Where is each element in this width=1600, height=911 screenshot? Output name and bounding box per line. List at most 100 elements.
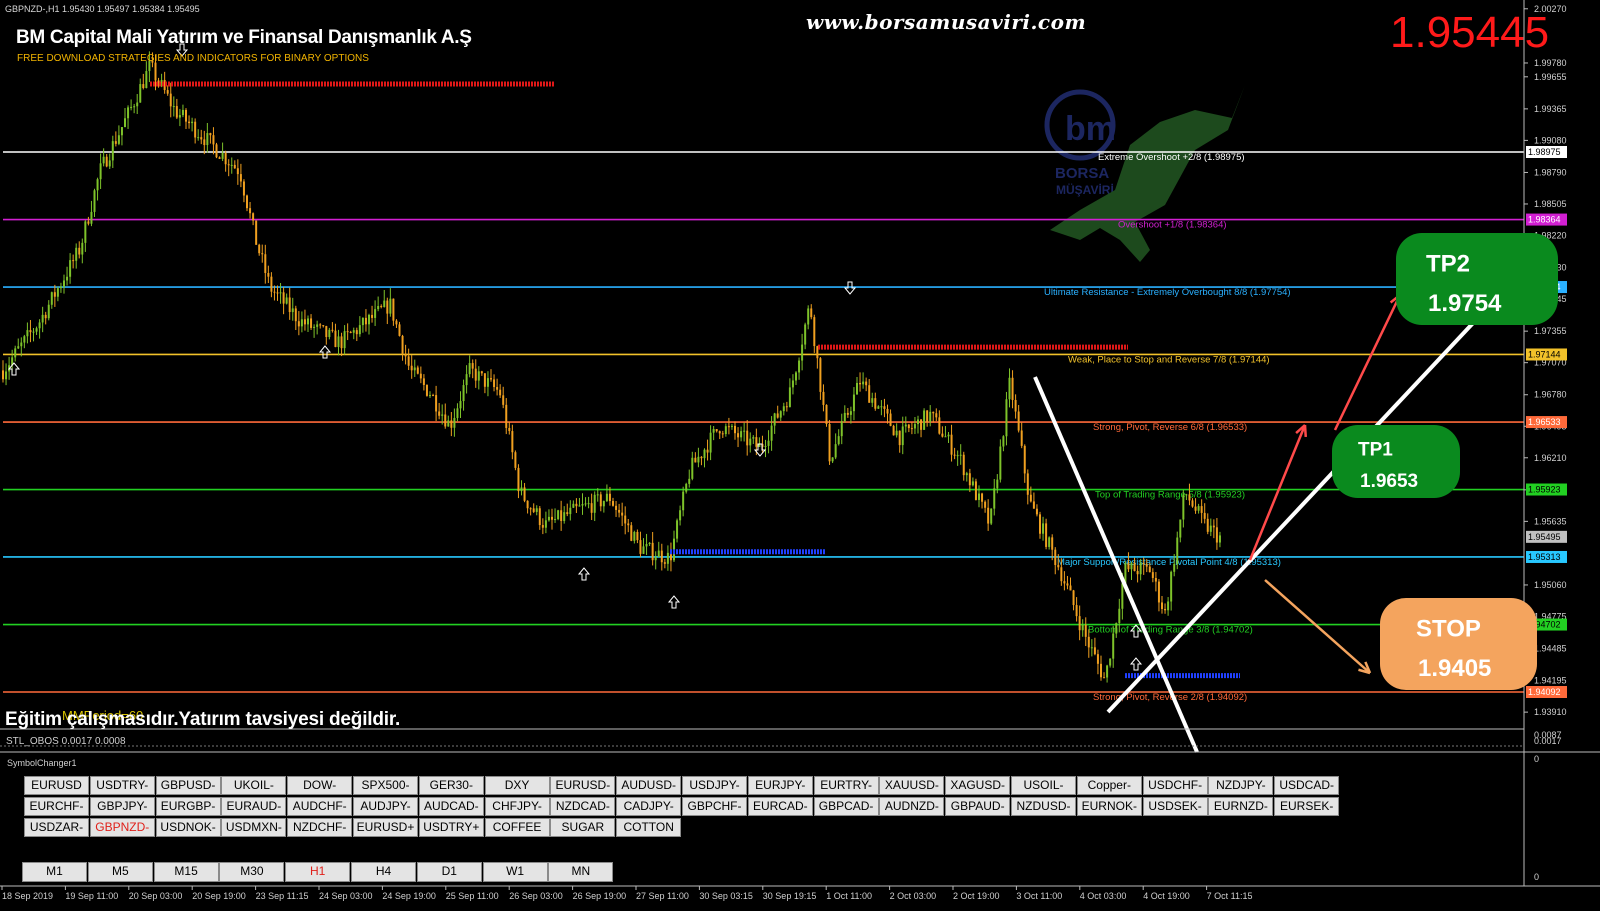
symbol-button-dxy[interactable]: DXY (484, 776, 550, 795)
symbol-button-usoil[interactable]: USOIL- (1011, 776, 1076, 795)
timeframe-button-m5[interactable]: M5 (87, 862, 153, 882)
candle-body (831, 457, 834, 462)
symbol-button-copper[interactable]: Copper- (1076, 776, 1142, 795)
symbol-button-euraud[interactable]: EURAUD- (221, 797, 287, 816)
candle-body (1212, 525, 1215, 528)
candle-body (331, 329, 334, 331)
symbol-button-gbpnzd[interactable]: GBPNZD- (89, 818, 155, 837)
candle-body (282, 292, 285, 304)
symbol-button-eursek[interactable]: EURSEK- (1274, 797, 1340, 816)
timeframe-button-m15[interactable]: M15 (153, 862, 219, 882)
candle-body (215, 144, 218, 158)
candle-body (1051, 537, 1054, 550)
symbol-button-gbpjpy[interactable]: GBPJPY- (89, 797, 155, 816)
candle-body (276, 292, 279, 294)
symbol-button-nzdjpy[interactable]: NZDJPY- (1208, 776, 1274, 795)
timeframe-button-h1[interactable]: H1 (285, 862, 351, 882)
symbol-button-audjpy[interactable]: AUDJPY- (353, 797, 418, 816)
candle-body (496, 387, 499, 390)
symbol-button-gbpaud[interactable]: GBPAUD- (945, 797, 1011, 816)
timeframe-button-h4[interactable]: H4 (351, 862, 416, 882)
timeframe-button-w1[interactable]: W1 (482, 862, 548, 882)
symbol-button-eurusd[interactable]: EURUSD- (550, 776, 616, 795)
symbol-button-audcad[interactable]: AUDCAD- (418, 797, 484, 816)
candle-body (310, 318, 313, 328)
symbol-button-usdtry[interactable]: USDTRY- (89, 776, 155, 795)
symbol-button-eurcad[interactable]: EURCAD- (747, 797, 813, 816)
candle-body (44, 314, 47, 319)
candle-body (782, 406, 785, 412)
candle-body (892, 425, 895, 436)
candle-body (429, 395, 431, 397)
candle-body (172, 106, 175, 108)
symbol-button-usdtry[interactable]: USDTRY+ (418, 818, 484, 837)
symbol-button-usdcad[interactable]: USDCAD- (1274, 776, 1340, 795)
candle-body (746, 430, 749, 446)
symbol-button-eurnzd[interactable]: EURNZD- (1208, 797, 1274, 816)
symbol-button-ger30[interactable]: GER30- (418, 776, 484, 795)
candle-body (185, 109, 187, 122)
candle-body (1072, 590, 1075, 606)
candle-body (1005, 399, 1008, 437)
candle-body (737, 433, 740, 438)
candle-body (136, 102, 139, 107)
symbol-button-usdjpy[interactable]: USDJPY- (682, 776, 747, 795)
symbol-button-audnzd[interactable]: AUDNZD- (879, 797, 945, 816)
symbol-button-eurnok[interactable]: EURNOK- (1076, 797, 1142, 816)
candle-body (843, 412, 846, 422)
candle-body (886, 408, 889, 414)
chart-window[interactable]: bm BORSA MÜŞAVİRİ Extreme Overshoot +2/8 (… (0, 0, 1600, 906)
symbol-button-usdnok[interactable]: USDNOK- (155, 818, 221, 837)
symbol-button-eurusd[interactable]: EURUSD+ (353, 818, 418, 837)
symbol-button-gbpusd[interactable]: GBPUSD- (155, 776, 221, 795)
symbol-button-eurgbp[interactable]: EURGBP- (155, 797, 221, 816)
level-price-tag-label: 1.98975 (1528, 147, 1561, 157)
candle-body (709, 432, 712, 453)
timeframe-button-mn[interactable]: MN (548, 862, 614, 882)
candle-body (483, 373, 486, 387)
timeframe-button-m1[interactable]: M1 (22, 862, 87, 882)
timeframe-button-d1[interactable]: D1 (416, 862, 482, 882)
symbol-button-nzdcad[interactable]: NZDCAD- (550, 797, 616, 816)
symbol-button-chfjpy[interactable]: CHFJPY- (484, 797, 550, 816)
candle-body (413, 367, 416, 371)
symbol-button-nzdchf[interactable]: NZDCHF- (287, 818, 353, 837)
candle-body (502, 395, 505, 405)
price-chart[interactable]: bm BORSAMÜŞAVİRİ Extreme Overshoot +2/8 (… (0, 0, 1600, 906)
murrey-level-label: Ultimate Resistance - Extremely Overboug… (1044, 287, 1291, 298)
symbol-button-eurtry[interactable]: EURTRY- (813, 776, 879, 795)
x-tick-label: 4 Oct 03:00 (1080, 891, 1127, 901)
symbol-button-usdmxn[interactable]: USDMXN- (221, 818, 287, 837)
level-price-tag-label: 1.95923 (1528, 485, 1561, 495)
symbol-button-eurjpy[interactable]: EURJPY- (747, 776, 813, 795)
candle-body (752, 437, 755, 439)
candle-body (557, 510, 560, 520)
candle-body (770, 425, 773, 441)
symbol-button-usdchf[interactable]: USDCHF- (1142, 776, 1208, 795)
website-link[interactable]: www.borsamusaviri.com (806, 10, 1086, 34)
symbol-button-usdsek[interactable]: USDSEK- (1142, 797, 1208, 816)
candle-body (1103, 677, 1106, 679)
symbol-button-audusd[interactable]: AUDUSD- (616, 776, 682, 795)
symbol-button-nzdusd[interactable]: NZDUSD- (1011, 797, 1076, 816)
x-tick-label: 4 Oct 19:00 (1143, 891, 1190, 901)
symbol-button-xauusd[interactable]: XAUUSD- (879, 776, 945, 795)
symbol-button-sugar[interactable]: SUGAR (550, 818, 616, 837)
symbol-button-cotton[interactable]: COTTON (616, 818, 682, 837)
symbol-button-gbpchf[interactable]: GBPCHF- (682, 797, 747, 816)
timeframe-button-m30[interactable]: M30 (219, 862, 285, 882)
symbol-button-ukoil[interactable]: UKOIL- (221, 776, 287, 795)
symbol-button-xagusd[interactable]: XAGUSD- (945, 776, 1011, 795)
symbol-button-eurchf[interactable]: EURCHF- (24, 797, 89, 816)
symbol-button-spx500[interactable]: SPX500- (353, 776, 418, 795)
symbol-button-usdzar[interactable]: USDZAR- (24, 818, 89, 837)
symbol-button-gbpcad[interactable]: GBPCAD- (813, 797, 879, 816)
symbol-button-dow[interactable]: DOW- (287, 776, 353, 795)
candle-body (166, 90, 169, 94)
symbol-button-coffee[interactable]: COFFEE (484, 818, 550, 837)
candle-body (944, 436, 947, 438)
symbol-button-audchf[interactable]: AUDCHF- (287, 797, 353, 816)
symbol-button-eurusd[interactable]: EURUSD (24, 776, 89, 795)
candle-body (721, 433, 724, 435)
symbol-button-cadjpy[interactable]: CADJPY- (616, 797, 682, 816)
